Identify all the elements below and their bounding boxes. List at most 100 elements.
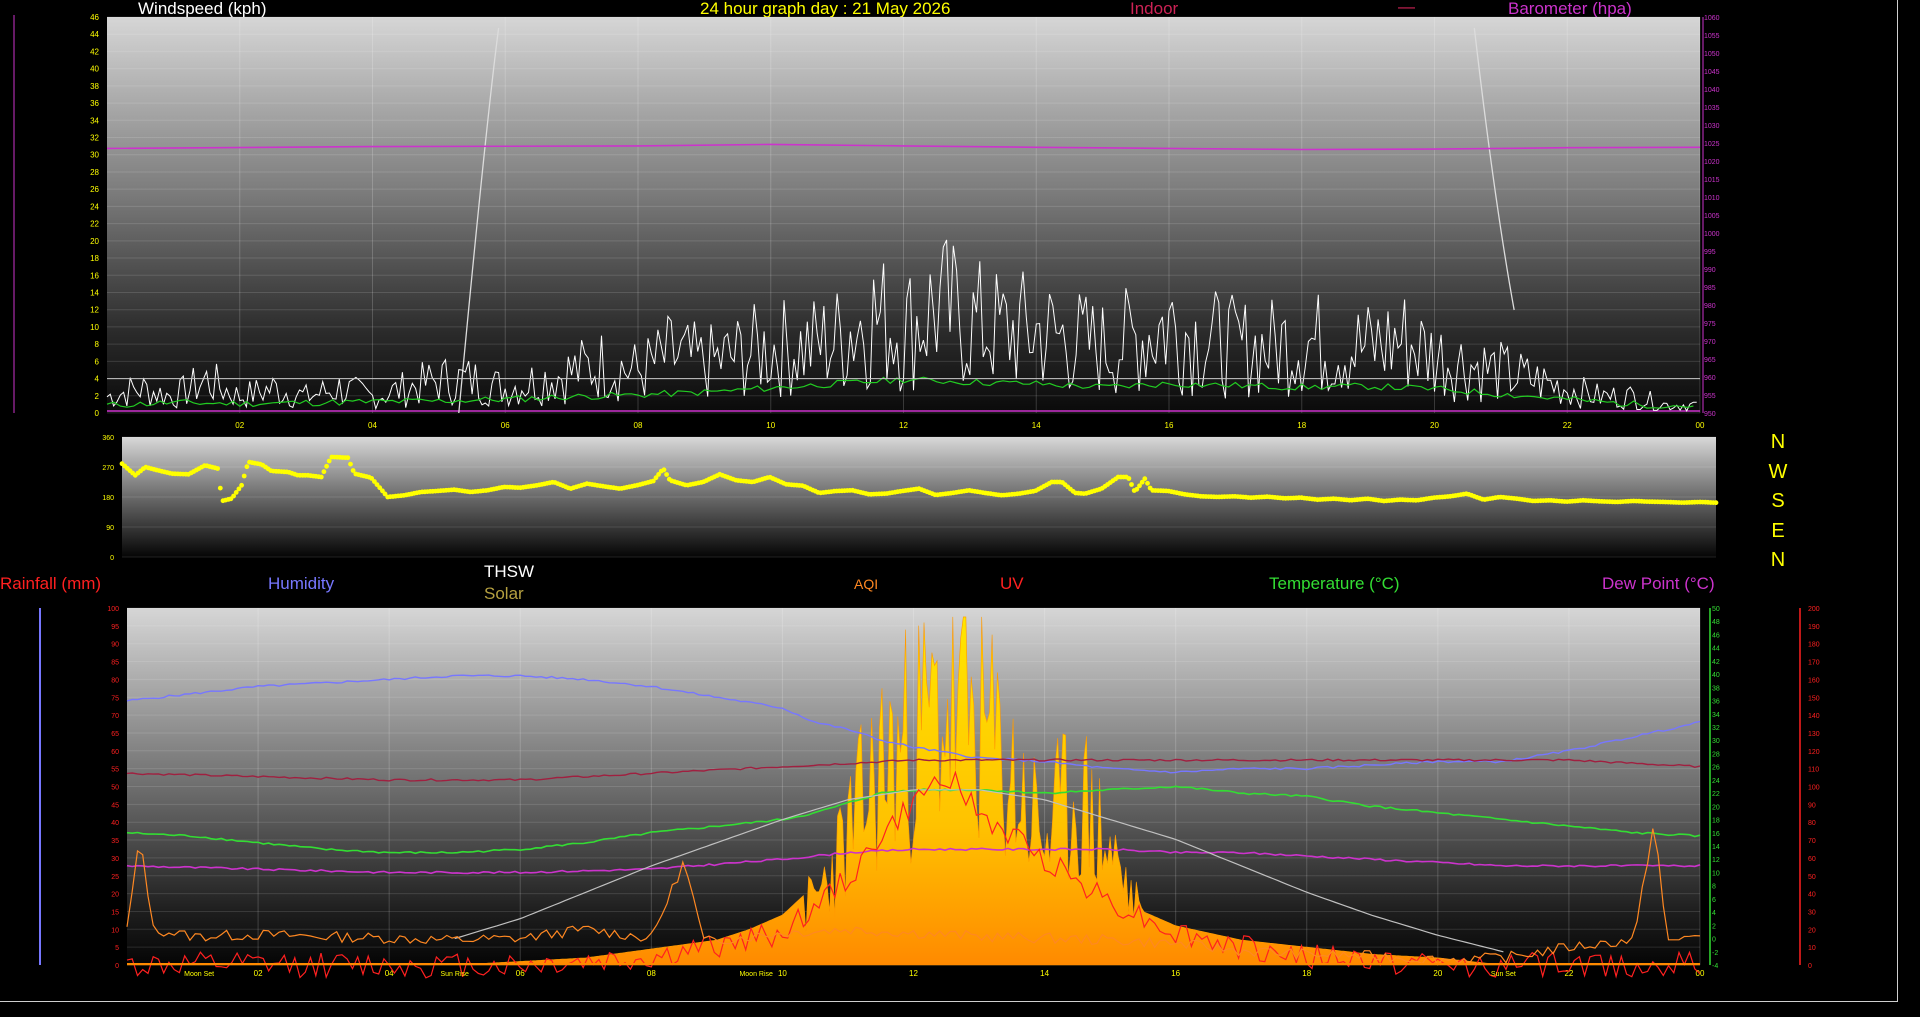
solar-y-tick-label: 120 <box>1808 749 1820 756</box>
humidity-y-tick-label: 0 <box>115 963 119 970</box>
humidity-y-tick-label: 45 <box>111 802 119 809</box>
direction-point <box>1129 482 1134 487</box>
temperature-y-tick-label: 28 <box>1712 751 1720 758</box>
direction-point <box>241 473 247 479</box>
compass-w-label: W <box>1768 460 1788 483</box>
env-x-tick-label: 02 <box>254 969 263 978</box>
direction-point <box>215 466 221 471</box>
temperature-y-tick-label: 0 <box>1712 937 1716 944</box>
uv-legend: UV <box>1000 574 1024 593</box>
wind-x-tick-label: 20 <box>1430 421 1439 430</box>
humidity-y-tick-label: 55 <box>111 767 119 774</box>
direction-point <box>348 461 353 467</box>
wind-y-tick-label: 34 <box>90 116 99 125</box>
temperature-y-tick-label: 20 <box>1712 804 1720 811</box>
solar-y-tick-label: 30 <box>1808 909 1816 916</box>
temperature-y-tick-label: 2 <box>1712 923 1716 930</box>
barometer-y-tick-label: 1025 <box>1704 141 1720 148</box>
wind-y-tick-label: 24 <box>90 202 99 211</box>
wind-y-tick-label: 38 <box>90 82 99 91</box>
wind-y-tick-label: 16 <box>90 271 99 280</box>
direction-y-tick-label: 0 <box>110 555 114 562</box>
compass-n-label: N <box>1770 431 1786 453</box>
solar-y-tick-label: 50 <box>1808 874 1816 881</box>
barometer-y-tick-label: 990 <box>1704 267 1716 274</box>
humidity-y-tick-label: 5 <box>115 945 119 952</box>
compass-legend: N W S E N <box>1766 428 1790 576</box>
barometer-y-tick-label: 975 <box>1704 321 1716 328</box>
env-x-tick-label: 16 <box>1171 969 1180 978</box>
solar-y-tick-label: 190 <box>1808 624 1820 631</box>
wind-y-tick-label: 28 <box>90 168 99 177</box>
wind-y-tick-label: 14 <box>90 288 99 297</box>
temperature-y-tick-label: 12 <box>1712 857 1720 864</box>
direction-point <box>1142 476 1148 482</box>
solar-y-tick-label: 40 <box>1808 892 1816 899</box>
barometer-y-tick-label: 955 <box>1704 393 1716 400</box>
wind-x-tick-label: 08 <box>634 421 643 430</box>
rainfall-legend: Rainfall (mm) <box>0 574 102 593</box>
direction-point <box>1126 476 1132 481</box>
barometer-y-tick-label: 1040 <box>1704 87 1720 94</box>
temperature-y-tick-label: 24 <box>1712 778 1720 785</box>
env-x-tick-label: 14 <box>1040 969 1049 978</box>
solar-y-tick-label: 60 <box>1808 856 1816 863</box>
temperature-y-tick-label: 44 <box>1712 646 1720 653</box>
humidity-y-tick-label: 10 <box>111 927 119 934</box>
barometer-y-tick-label: 1030 <box>1704 123 1720 130</box>
frame-bottom-border <box>0 1001 1898 1002</box>
humidity-y-tick-label: 35 <box>111 838 119 845</box>
direction-point <box>321 469 327 475</box>
temperature-y-tick-label: -2 <box>1712 950 1718 957</box>
temperature-legend: Temperature (°C) <box>1269 574 1400 593</box>
barometer-y-tick-label: 1045 <box>1704 69 1720 76</box>
temperature-y-tick-label: 48 <box>1712 619 1720 626</box>
solar-y-tick-label: 110 <box>1808 767 1819 774</box>
barometer-y-tick-label: 1000 <box>1704 231 1720 238</box>
humidity-y-tick-label: 70 <box>111 713 119 720</box>
solar-legend: Solar <box>484 584 524 603</box>
env-x-tick-label: 10 <box>778 969 787 978</box>
env-x-tick-label: 08 <box>647 969 656 978</box>
direction-y-tick-label: 180 <box>102 495 114 502</box>
wind-y-tick-label: 40 <box>90 65 99 74</box>
wind-y-tick-label: 20 <box>90 237 99 246</box>
direction-point <box>318 474 324 480</box>
event-label: Moon Set <box>184 971 214 978</box>
humidity-y-tick-label: 30 <box>111 856 119 863</box>
event-label: Sun Set <box>1491 971 1516 978</box>
solar-y-tick-label: 80 <box>1808 820 1816 827</box>
humidity-y-tick-label: 20 <box>111 892 119 899</box>
humidity-y-tick-label: 85 <box>111 660 119 667</box>
temperature-y-tick-label: 36 <box>1712 699 1720 706</box>
wind-y-tick-label: 26 <box>90 185 99 194</box>
temperature-y-tick-label: 42 <box>1712 659 1720 666</box>
barometer-y-tick-label: 950 <box>1704 411 1716 418</box>
event-label: Moon Rise <box>739 971 773 978</box>
barometer-y-tick-label: 1005 <box>1704 213 1720 220</box>
wind-y-tick-label: 10 <box>90 323 99 332</box>
humidity-y-tick-label: 95 <box>111 624 119 631</box>
barometer-y-tick-label: 995 <box>1704 249 1716 256</box>
barometer-y-tick-label: 980 <box>1704 303 1716 310</box>
temperature-y-tick-label: 18 <box>1712 818 1720 825</box>
solar-y-tick-label: 20 <box>1808 927 1816 934</box>
wind-x-tick-label: 14 <box>1032 421 1041 430</box>
solar-y-tick-label: 100 <box>1808 785 1820 792</box>
temperature-y-tick-label: 40 <box>1712 672 1720 679</box>
compass-s-label: S <box>1771 490 1785 512</box>
barometer-y-tick-label: 1050 <box>1704 51 1720 58</box>
temperature-y-tick-label: -4 <box>1712 963 1718 970</box>
direction-y-tick-label: 270 <box>102 465 114 472</box>
barometer-y-tick-label: 1035 <box>1704 105 1720 112</box>
chart-canvas: 02 04 06 08 10 12 14 16 18 20 22 004644424038363432… <box>13 13 1820 980</box>
wind-x-tick-label: 18 <box>1297 421 1306 430</box>
barometer-y-tick-label: 1060 <box>1704 15 1720 22</box>
direction-y-tick-label: 90 <box>106 525 114 532</box>
temperature-y-tick-label: 26 <box>1712 765 1720 772</box>
temperature-y-tick-label: 34 <box>1712 712 1720 719</box>
direction-point <box>324 463 329 469</box>
solar-y-tick-label: 90 <box>1808 802 1816 809</box>
humidity-y-tick-label: 80 <box>111 677 119 684</box>
barometer-y-tick-label: 1015 <box>1704 177 1720 184</box>
